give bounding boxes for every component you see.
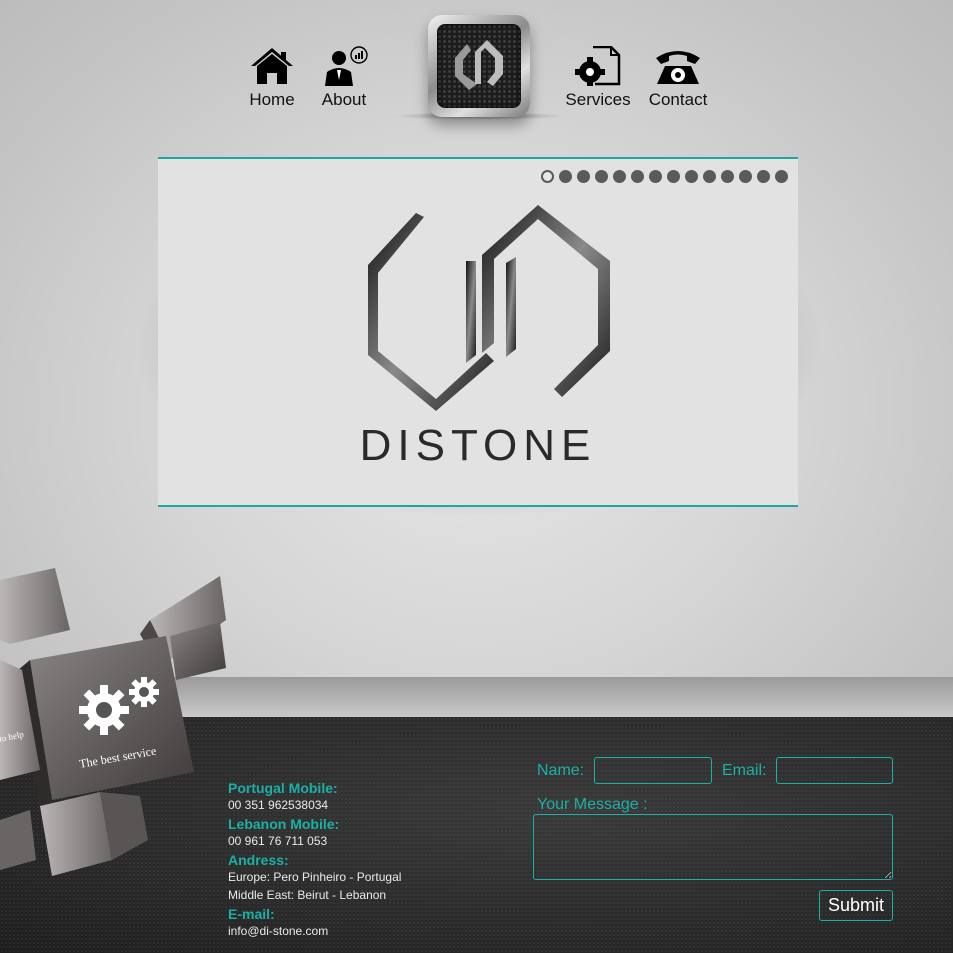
slider-dot[interactable] [775,170,788,183]
slider-dot[interactable] [685,170,698,183]
name-field[interactable] [594,757,712,784]
address-europe: Europe: Pero Pinheiro - Portugal [228,870,402,884]
address-middle-east: Middle East: Beirut - Lebanon [228,888,387,902]
submit-button[interactable]: Submit [819,890,893,921]
nav-contact-label: Contact [648,90,708,109]
slider-dot[interactable] [739,170,752,183]
email-field-label: Email: [722,762,767,779]
portugal-mobile-label: Portugal Mobile: [228,780,338,796]
message-textarea[interactable] [533,814,893,880]
slider-dot[interactable] [757,170,770,183]
email-label: E-mail: [228,906,275,922]
cubes-illustration: The best service to help [0,568,226,876]
slider-dot[interactable] [559,170,572,183]
logo-mesh-panel [437,24,521,108]
slider-dot[interactable] [613,170,626,183]
slider-dot[interactable] [649,170,662,183]
nav-about-label: About [321,90,367,109]
person-chart-icon [325,46,368,86]
contact-info: Portugal Mobile: 00 351 962538034 Lebano… [228,778,488,940]
image-slider: DISTONE [158,157,798,507]
address-label: Andress: [228,852,289,868]
email-value[interactable]: info@di-stone.com [228,922,488,940]
house-icon [251,48,293,84]
email-field[interactable] [776,757,893,784]
nav-about[interactable]: About [318,46,370,110]
slider-dot[interactable] [577,170,590,183]
slider-dot[interactable] [595,170,608,183]
message-field-label: Your Message : [537,796,648,813]
gear-document-icon [575,46,621,86]
nav-home-label: Home [249,90,295,109]
distone-emblem-icon [455,40,503,90]
nav-home[interactable]: Home [246,46,298,110]
lebanon-mobile-label: Lebanon Mobile: [228,816,340,832]
slider-dot[interactable] [703,170,716,183]
slider-dot[interactable] [667,170,680,183]
slider-dot[interactable] [721,170,734,183]
lebanon-mobile-value: 00 961 76 711 053 [228,834,328,848]
name-field-label: Name: [537,762,585,779]
slider-pagination [541,170,788,183]
brand-wordmark: DISTONE [359,421,597,470]
nav-services-label: Services [565,90,631,109]
portugal-mobile-value: 00 351 962538034 [228,798,329,812]
nav-services[interactable]: Services [563,46,633,110]
telephone-icon [656,51,700,84]
home-logo-button[interactable] [428,15,530,117]
slider-dot[interactable] [631,170,644,183]
distone-logo-icon [368,205,610,411]
nav-contact[interactable]: Contact [645,46,711,110]
slider-dot[interactable] [541,170,554,183]
